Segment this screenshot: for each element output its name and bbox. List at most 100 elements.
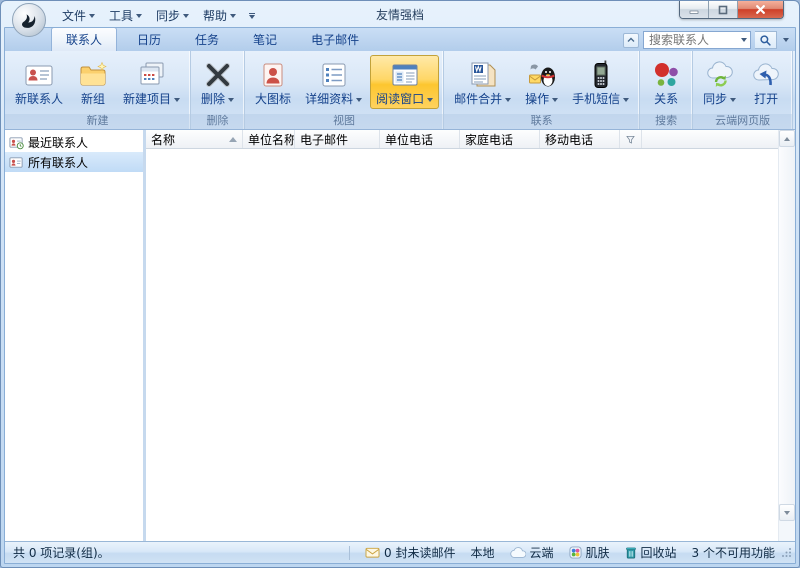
menu-tools[interactable]: 工具	[103, 5, 148, 26]
scroll-down-button[interactable]	[779, 504, 795, 521]
sidebar-item-all-contacts[interactable]: 所有联系人	[5, 152, 143, 172]
titlebar: 文件 工具 同步 帮助 友情强档	[4, 1, 796, 27]
column-header-spacer	[642, 130, 778, 148]
chevron-down-icon	[228, 98, 234, 102]
resize-grip[interactable]	[781, 547, 792, 561]
window-controls	[679, 1, 784, 19]
column-header-work-phone[interactable]: 单位电话	[380, 130, 460, 148]
menu-file[interactable]: 文件	[56, 5, 101, 26]
trash-icon	[625, 546, 637, 559]
tab-email[interactable]: 电子邮件	[297, 28, 373, 51]
chevron-down-icon	[730, 98, 736, 102]
tab-contacts[interactable]: 联系人	[51, 27, 117, 51]
chevron-down-icon	[136, 14, 142, 18]
statusbar-right: 0 封未读邮件 本地 云端 肌肤	[349, 544, 795, 561]
qq-actions-icon	[526, 59, 558, 91]
search-go-button[interactable]	[755, 31, 777, 49]
local-status[interactable]: 本地	[470, 544, 494, 561]
tab-tasks[interactable]: 任务	[181, 28, 233, 51]
contacts-list-body[interactable]	[146, 149, 778, 541]
new-item-button[interactable]: 新建项目	[117, 55, 186, 109]
contacts-list-area: 名称 单位名称 电子邮件 单位电话 家庭电话 移动电话	[146, 130, 795, 541]
scrollbar-track[interactable]	[779, 147, 795, 504]
tab-calendar[interactable]: 日历	[123, 28, 175, 51]
actions-button[interactable]: 操作	[519, 55, 564, 109]
sidebar-item-label: 所有联系人	[28, 154, 88, 171]
reading-pane-icon	[389, 59, 421, 91]
app-panel: 联系人 日历 任务 笔记 电子邮件	[4, 27, 796, 564]
new-contact-button[interactable]: 新联系人	[9, 55, 69, 109]
skin-palette-icon	[569, 546, 582, 559]
chevron-down-icon	[783, 38, 789, 42]
statusbar-separator	[349, 546, 350, 560]
new-item-icon	[136, 59, 168, 91]
chevron-down-icon	[174, 98, 180, 102]
menu-sync[interactable]: 同步	[150, 5, 195, 26]
vertical-scrollbar[interactable]	[778, 130, 795, 541]
close-button[interactable]	[738, 1, 783, 18]
column-header-home-phone[interactable]: 家庭电话	[460, 130, 540, 148]
skin-status[interactable]: 肌肤	[569, 544, 610, 561]
column-header-email[interactable]: 电子邮件	[295, 130, 380, 148]
sidebar-item-recent-contacts[interactable]: 最近联系人	[5, 132, 143, 152]
new-group-icon	[77, 59, 109, 91]
search-options-button[interactable]	[781, 38, 791, 42]
large-icons-button[interactable]: 大图标	[249, 55, 297, 109]
menu-help[interactable]: 帮助	[197, 5, 242, 26]
search-input[interactable]	[647, 32, 741, 48]
ribbon-group-label: 视图	[245, 114, 443, 129]
ribbon-group-label: 云端网页版	[693, 114, 792, 129]
mail-icon	[365, 546, 380, 559]
triangle-down-icon	[784, 511, 790, 515]
ribbon-group-label: 新建	[5, 114, 190, 129]
restore-icon	[718, 5, 728, 15]
column-header-name[interactable]: 名称	[146, 130, 243, 148]
resize-grip-icon	[781, 547, 792, 558]
chevron-down-icon	[623, 98, 629, 102]
details-button[interactable]: 详细资料	[299, 55, 368, 109]
chevron-down-icon	[505, 98, 511, 102]
sort-ascending-icon	[229, 137, 237, 142]
scroll-up-button[interactable]	[779, 130, 795, 147]
app-logo-button[interactable]	[12, 3, 46, 37]
delete-button[interactable]: 删除	[195, 55, 240, 109]
relations-bubbles-icon	[650, 59, 682, 91]
chevron-up-icon	[626, 35, 636, 45]
ribbon-tab-strip: 联系人 日历 任务 笔记 电子邮件	[5, 28, 795, 51]
all-contacts-icon	[9, 155, 24, 170]
app-window: 文件 工具 同步 帮助 友情强档 联系人 日历 任务 笔记 电子邮件	[0, 0, 800, 568]
cloud-status[interactable]: 云端	[510, 544, 554, 561]
dolphin-logo-icon	[16, 7, 42, 33]
chevron-down-icon	[356, 98, 362, 102]
column-header-company[interactable]: 单位名称	[243, 130, 295, 148]
chevron-down-icon	[249, 15, 255, 19]
contacts-sidebar: 最近联系人 所有联系人	[5, 130, 146, 541]
restore-button[interactable]	[709, 1, 738, 18]
new-group-button[interactable]: 新组	[71, 55, 115, 109]
triangle-up-icon	[784, 137, 790, 141]
sidebar-item-label: 最近联系人	[28, 134, 88, 151]
mobile-sms-icon	[585, 59, 617, 91]
tab-notes[interactable]: 笔记	[239, 28, 291, 51]
ribbon-group-search: 关系 搜索	[640, 51, 693, 129]
ribbon-group-contact: 邮件合并 操作	[444, 51, 640, 129]
unavailable-features-status[interactable]: 3 个不可用功能	[692, 544, 775, 561]
open-webapp-button[interactable]: 打开	[744, 55, 788, 109]
minimize-button[interactable]	[680, 1, 709, 18]
search-dropdown-icon[interactable]	[741, 38, 747, 42]
mail-merge-button[interactable]: 邮件合并	[448, 55, 517, 109]
sms-button[interactable]: 手机短信	[566, 55, 635, 109]
column-header-mobile-phone[interactable]: 移动电话	[540, 130, 620, 148]
quick-access-more-button[interactable]	[244, 11, 260, 21]
chevron-down-icon	[230, 14, 236, 18]
relations-button[interactable]: 关系	[644, 55, 688, 109]
mail-merge-word-icon	[467, 59, 499, 91]
recycle-bin-status[interactable]: 回收站	[625, 544, 677, 561]
reading-pane-button[interactable]: 阅读窗口	[370, 55, 439, 109]
column-header-filter[interactable]	[620, 130, 642, 148]
sync-button[interactable]: 同步	[697, 55, 742, 109]
unread-mail-status[interactable]: 0 封未读邮件	[365, 544, 455, 561]
ribbon-group-label: 搜索	[640, 114, 692, 129]
ribbon: 新联系人 新组	[5, 51, 795, 130]
collapse-ribbon-button[interactable]	[623, 33, 639, 48]
